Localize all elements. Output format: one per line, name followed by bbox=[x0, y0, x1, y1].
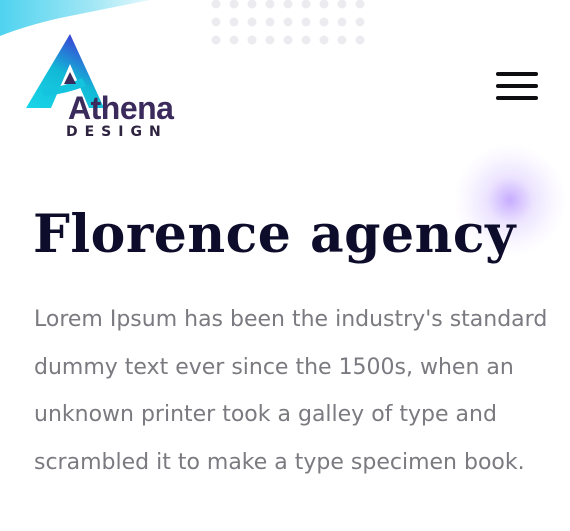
grid-dot bbox=[319, 0, 329, 9]
grid-dot bbox=[319, 35, 329, 45]
grid-dot bbox=[283, 0, 293, 9]
grid-dot bbox=[265, 0, 275, 9]
brand-logo[interactable]: Athena DESIGN bbox=[26, 34, 186, 142]
grid-dot bbox=[265, 35, 275, 45]
grid-dot bbox=[229, 35, 239, 45]
grid-dot bbox=[247, 0, 257, 9]
grid-dot bbox=[229, 17, 239, 27]
grid-dot bbox=[301, 0, 311, 9]
grid-dot bbox=[337, 0, 347, 9]
grid-dot bbox=[355, 17, 365, 27]
grid-dot bbox=[355, 0, 365, 9]
grid-dot bbox=[211, 35, 221, 45]
grid-dot bbox=[337, 35, 347, 45]
menu-line bbox=[498, 96, 538, 100]
page-title: Florence agency bbox=[33, 204, 516, 265]
dot-grid-icon bbox=[211, 0, 371, 45]
grid-dot bbox=[355, 35, 365, 45]
grid-dot bbox=[301, 17, 311, 27]
grid-dot bbox=[301, 35, 311, 45]
hero-description: Lorem Ipsum has been the industry's stan… bbox=[34, 307, 548, 476]
grid-dot bbox=[247, 17, 257, 27]
menu-line bbox=[498, 84, 538, 88]
grid-dot bbox=[211, 0, 221, 9]
grid-dot bbox=[283, 17, 293, 27]
brand-tagline: DESIGN bbox=[66, 124, 168, 140]
grid-dot bbox=[265, 17, 275, 27]
grid-dot bbox=[319, 17, 329, 27]
grid-dot bbox=[211, 17, 221, 27]
grid-dot bbox=[229, 0, 239, 9]
brand-name: Athena bbox=[68, 90, 174, 126]
hamburger-menu-icon[interactable] bbox=[496, 72, 540, 102]
grid-dot bbox=[247, 35, 257, 45]
grid-dot bbox=[283, 35, 293, 45]
grid-dot bbox=[337, 17, 347, 27]
menu-line bbox=[498, 72, 538, 76]
